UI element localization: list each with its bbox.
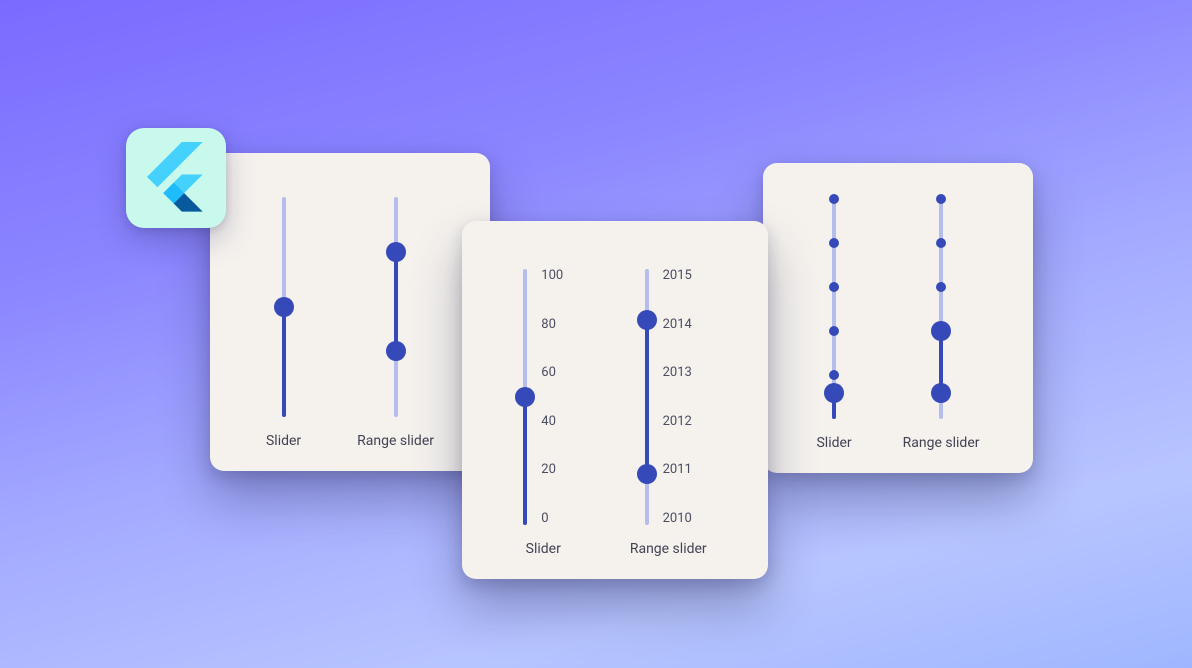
slider-thumb[interactable] (515, 387, 535, 407)
tick-label: 2014 (663, 318, 692, 331)
slider-ticks: 100 80 60 40 20 0 (541, 269, 563, 525)
range-thumb-high[interactable] (637, 310, 657, 330)
tick-label: 40 (541, 415, 563, 428)
tick-dot (829, 238, 839, 248)
card-labeled-sliders: 100 80 60 40 20 0 Slider (462, 221, 768, 579)
tick-dot (829, 282, 839, 292)
tick-label: 100 (541, 269, 563, 282)
tick-label: 2015 (663, 269, 692, 282)
flutter-badge (126, 128, 226, 228)
vertical-range-slider[interactable] (645, 269, 649, 525)
range-thumb-low[interactable] (386, 341, 406, 361)
tick-label: 60 (541, 366, 563, 379)
flutter-logo-icon (147, 142, 205, 214)
slider-thumb[interactable] (274, 297, 294, 317)
range-slider-label: Range slider (357, 433, 434, 449)
tick-label: 2010 (663, 512, 692, 525)
range-thumb-low[interactable] (931, 383, 951, 403)
tick-dot (936, 238, 946, 248)
slider-label: Slider (816, 435, 851, 451)
range-thumb-low[interactable] (637, 464, 657, 484)
tick-dot (936, 282, 946, 292)
vertical-slider[interactable] (832, 199, 836, 419)
slider-label: Slider (266, 433, 301, 449)
range-slider-label: Range slider (630, 541, 707, 557)
tick-label: 20 (541, 463, 563, 476)
range-slider-unit: Range slider (903, 193, 980, 451)
tick-label: 0 (541, 512, 563, 525)
card-discrete-sliders: Slider Range slider (763, 163, 1033, 473)
vertical-slider[interactable] (523, 269, 527, 525)
tick-dot (829, 370, 839, 380)
range-thumb-high[interactable] (386, 242, 406, 262)
slider-unit: Slider (266, 183, 301, 449)
showcase-background: Slider Range slider (0, 0, 1192, 668)
tick-dot (829, 194, 839, 204)
tick-label: 80 (541, 318, 563, 331)
card-basic-sliders: Slider Range slider (210, 153, 490, 471)
tick-label: 2011 (663, 463, 692, 476)
vertical-range-slider[interactable] (394, 197, 398, 417)
vertical-slider[interactable] (282, 197, 286, 417)
slider-thumb[interactable] (824, 383, 844, 403)
range-slider-label: Range slider (903, 435, 980, 451)
range-slider-unit: Range slider (357, 183, 434, 449)
range-slider-unit: 2015 2014 2013 2012 2011 2010 Range slid… (630, 251, 707, 557)
vertical-range-slider[interactable] (939, 199, 943, 419)
tick-label: 2013 (663, 366, 692, 379)
range-thumb-high[interactable] (931, 321, 951, 341)
range-slider-ticks: 2015 2014 2013 2012 2011 2010 (663, 269, 692, 525)
tick-dot (936, 194, 946, 204)
slider-unit: Slider (816, 193, 851, 451)
tick-dot (829, 326, 839, 336)
slider-unit: 100 80 60 40 20 0 Slider (523, 251, 563, 557)
slider-label: Slider (526, 541, 561, 557)
tick-label: 2012 (663, 415, 692, 428)
